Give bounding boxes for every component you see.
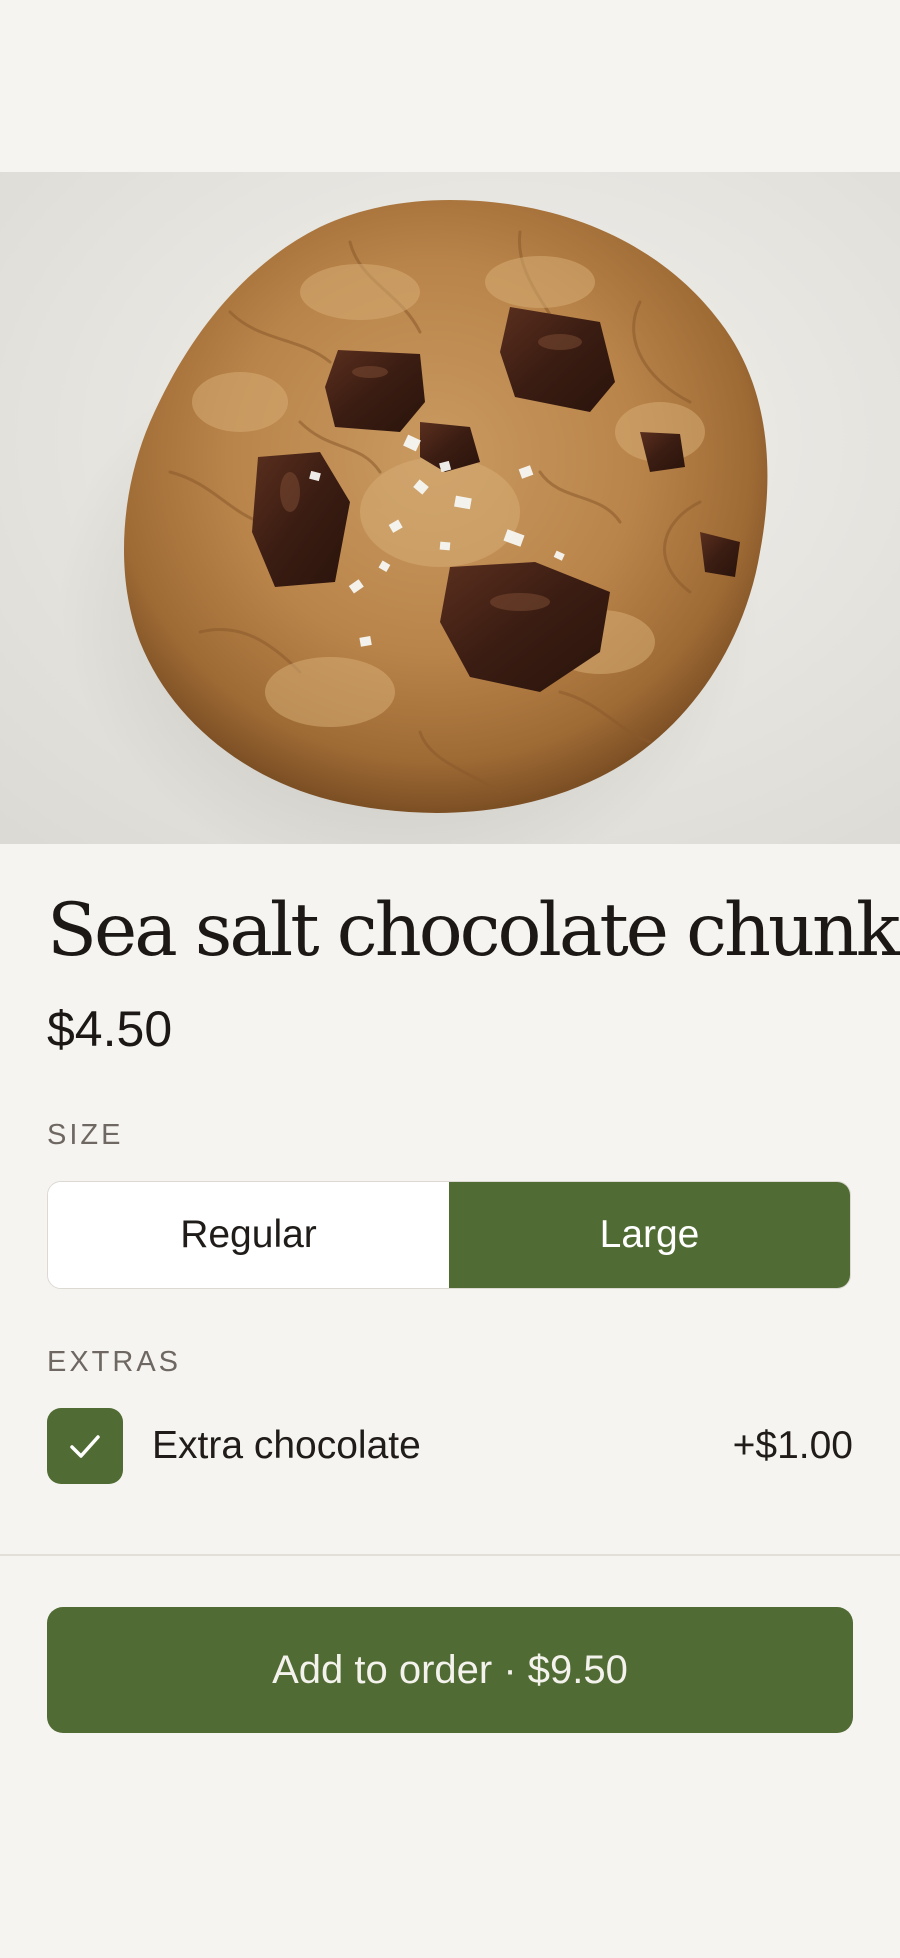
extra-option-label: Extra chocolate [152, 1424, 421, 1467]
check-icon [70, 1435, 100, 1458]
product-detail-page: Sea salt chocolate chunk $4.50 SIZE Regu… [0, 0, 900, 1958]
product-image [0, 172, 900, 844]
size-option-large[interactable]: Large [449, 1182, 850, 1288]
size-option-regular[interactable]: Regular [48, 1182, 449, 1288]
extra-chocolate-checkbox[interactable] [47, 1408, 123, 1484]
product-price: $4.50 [47, 1001, 173, 1057]
footer-divider [0, 1554, 900, 1556]
extras-section-label: EXTRAS [47, 1346, 182, 1378]
product-title: Sea salt chocolate chunk [47, 888, 900, 973]
extra-option-price: +$1.00 [732, 1424, 853, 1467]
cookie-photo [0, 172, 900, 844]
add-to-order-button[interactable]: Add to order · $9.50 [47, 1607, 853, 1733]
size-segmented-control: Regular Large [47, 1181, 851, 1289]
extra-option-row[interactable]: Extra chocolate +$1.00 [47, 1408, 853, 1484]
size-section-label: SIZE [47, 1119, 124, 1151]
